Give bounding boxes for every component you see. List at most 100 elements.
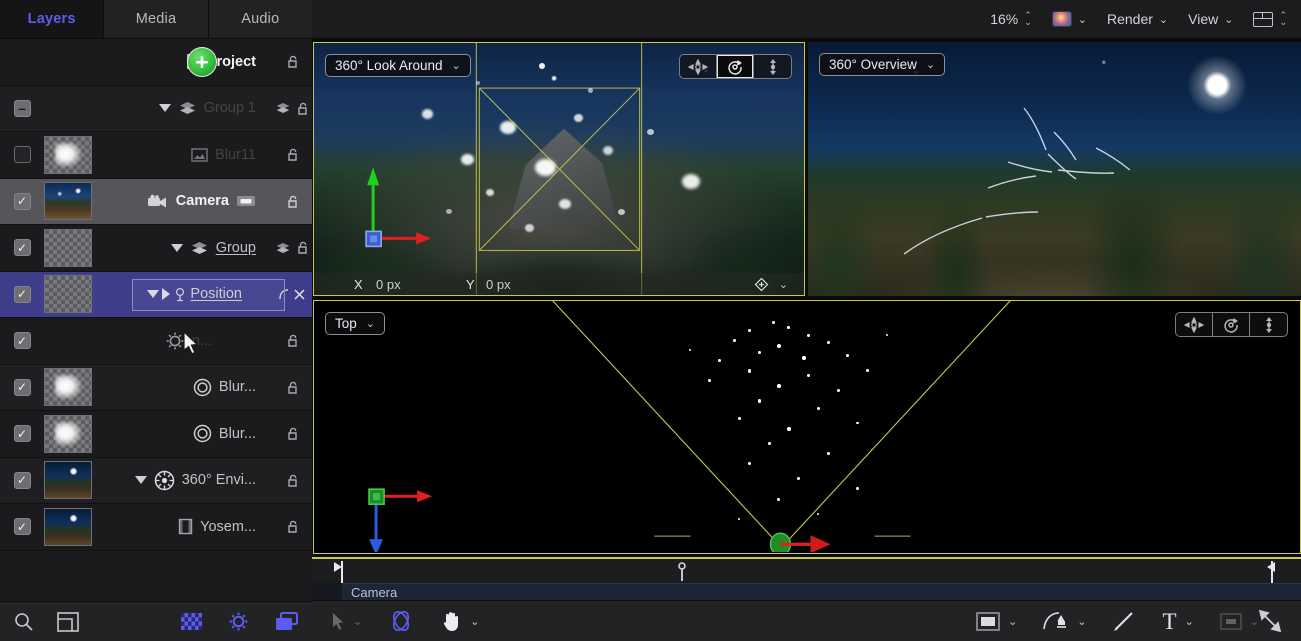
lock-cell[interactable]	[272, 473, 312, 488]
paint-stroke-icon[interactable]	[1113, 610, 1137, 632]
disclosure-triangle-icon[interactable]	[159, 104, 171, 112]
pan-icon-button[interactable]	[1176, 313, 1213, 336]
lock-cell[interactable]	[272, 519, 312, 534]
layers-stack-icon[interactable]	[275, 612, 298, 631]
camera-enable-cell[interactable]: ✓	[4, 193, 40, 210]
collapse-minus-icon[interactable]: –	[14, 100, 31, 117]
lock-cell[interactable]	[272, 101, 312, 116]
lock-cell[interactable]	[272, 426, 312, 441]
mask-icon[interactable]	[1220, 613, 1242, 630]
color-picker-control[interactable]: ⌄	[1052, 11, 1087, 27]
stepper-icon[interactable]: ⌃⌄	[1279, 13, 1287, 25]
group-enable-cell[interactable]: ✓	[4, 239, 40, 256]
orbit-icon-button[interactable]	[717, 55, 754, 78]
orbit-icon-button[interactable]	[1213, 313, 1250, 336]
lock-cell[interactable]	[272, 147, 312, 162]
layer-row-group1[interactable]: – Group 1	[0, 86, 312, 133]
group1-collapse-cell[interactable]: –	[4, 100, 40, 117]
gear-icon[interactable]	[228, 611, 249, 632]
chevron-down-icon[interactable]: ⌄	[470, 615, 479, 628]
layer-row-360-environment[interactable]: ✓ 360° Envi...	[0, 458, 312, 505]
disclosure-triangle-icon[interactable]	[135, 476, 147, 484]
hud-x-value[interactable]: 0 px	[376, 277, 401, 292]
select-arrow-icon[interactable]	[332, 612, 345, 630]
checkbox-checked[interactable]: ✓	[14, 239, 31, 256]
text-tool-group[interactable]: T ⌄	[1163, 610, 1194, 633]
lock-cell[interactable]	[272, 333, 312, 348]
lock-cell[interactable]	[272, 54, 312, 69]
lock-cell[interactable]	[272, 380, 312, 395]
layer-row-group[interactable]: ✓ Group	[0, 225, 312, 272]
viewport-label-overview[interactable]: 360° Overview ⌄	[819, 53, 945, 76]
position-enable-cell[interactable]: ✓	[4, 286, 40, 303]
viewport-label-top[interactable]: Top ⌄	[325, 312, 385, 335]
layer-row-blur-b[interactable]: ✓ Blur...	[0, 411, 312, 458]
dolly-icon-button[interactable]	[754, 55, 791, 78]
lock-cell[interactable]	[272, 240, 312, 255]
yosemite-enable-cell[interactable]: ✓	[4, 518, 40, 535]
stepper-icon[interactable]: ⌃⌄	[1024, 13, 1032, 25]
timeline-track-camera[interactable]: Camera	[342, 583, 1301, 600]
checkerboard-icon[interactable]	[181, 613, 202, 630]
resize-diagonal-icon[interactable]	[1259, 610, 1281, 632]
resize-control[interactable]	[1259, 610, 1281, 632]
pan-tool-group[interactable]: ⌄	[440, 610, 479, 632]
pan-icon-button[interactable]	[680, 55, 717, 78]
bezier-tool-group[interactable]: ⌄	[1043, 610, 1086, 632]
mask-tool-group[interactable]: ⌄	[1220, 613, 1259, 630]
checkbox-checked[interactable]: ✓	[14, 379, 31, 396]
text-tool-icon[interactable]: T	[1163, 610, 1177, 633]
chevron-down-icon[interactable]: ⌄	[1250, 615, 1259, 628]
chevron-down-icon[interactable]: ⌄	[353, 615, 362, 628]
lock-cell[interactable]	[272, 194, 312, 209]
viewport-overview[interactable]: 360° Overview ⌄	[808, 42, 1301, 296]
timeline-ruler[interactable]	[312, 557, 1301, 583]
keyframe-marker[interactable]	[677, 562, 686, 581]
chevron-down-icon[interactable]: ⌄	[1008, 615, 1017, 628]
playhead-out-point[interactable]	[1271, 561, 1273, 583]
3d-transform-icon[interactable]	[388, 609, 414, 633]
pan-hand-icon[interactable]	[440, 610, 462, 632]
tab-audio[interactable]: Audio	[209, 0, 312, 38]
hud-y-value[interactable]: 0 px	[486, 277, 511, 292]
select-tool-group[interactable]: ⌄	[332, 612, 362, 630]
disclosure-triangle-icon[interactable]	[171, 244, 183, 252]
tab-layers[interactable]: Layers	[0, 0, 104, 38]
layer-row-project[interactable]: Project	[0, 39, 312, 86]
checkbox-checked[interactable]: ✓	[14, 518, 31, 535]
behavior-enable-cell[interactable]: ✓	[4, 332, 40, 349]
layer-row-position[interactable]: ✓ Position	[0, 272, 312, 319]
paint-tool-group[interactable]	[1113, 610, 1137, 632]
checkbox-checked[interactable]: ✓	[14, 193, 31, 210]
layer-row-camera[interactable]: ✓ Camera	[0, 179, 312, 226]
viewport-look-around[interactable]: 360° Look Around ⌄ X 0 px Y 0 px	[313, 42, 805, 296]
layer-row-blur-a[interactable]: ✓ Blur...	[0, 365, 312, 412]
dolly-icon-button[interactable]	[1250, 313, 1287, 336]
tab-media[interactable]: Media	[104, 0, 208, 38]
keyframe-diamond-icon[interactable]	[754, 277, 769, 292]
playhead-in-point[interactable]	[341, 561, 343, 583]
shape-tool-group[interactable]: ⌄	[976, 612, 1017, 631]
viewport-label-look-around[interactable]: 360° Look Around ⌄	[325, 54, 471, 77]
chevron-down-icon[interactable]: ⌄	[1185, 615, 1194, 628]
checkbox-checked[interactable]: ✓	[14, 472, 31, 489]
checkbox-checked[interactable]: ✓	[14, 332, 31, 349]
layer-row-behavior[interactable]: ✓ n...	[0, 318, 312, 365]
env-enable-cell[interactable]: ✓	[4, 472, 40, 489]
blur11-enable-cell[interactable]	[4, 146, 40, 163]
view-menu[interactable]: View ⌄	[1188, 11, 1233, 27]
chevron-down-icon[interactable]: ⌄	[1077, 615, 1086, 628]
axis-gizmo-top-view[interactable]	[314, 301, 1300, 552]
frame-icon[interactable]	[57, 612, 79, 632]
checkbox-checked[interactable]: ✓	[14, 425, 31, 442]
render-menu[interactable]: Render ⌄	[1107, 11, 1168, 27]
camera-object-gizmo[interactable]	[314, 301, 1300, 552]
layout-control[interactable]: ⌃⌄	[1253, 12, 1287, 27]
transform-3d-tool[interactable]	[388, 609, 414, 633]
bezier-pen-icon[interactable]	[1043, 610, 1069, 632]
layer-row-yosemite[interactable]: ✓ Yosem...	[0, 504, 312, 551]
chevron-down-icon[interactable]: ⌄	[779, 278, 788, 291]
viewport-top[interactable]: Top ⌄	[313, 300, 1301, 554]
checkbox-unchecked[interactable]	[14, 146, 31, 163]
rectangle-shape-icon[interactable]	[976, 612, 1000, 631]
